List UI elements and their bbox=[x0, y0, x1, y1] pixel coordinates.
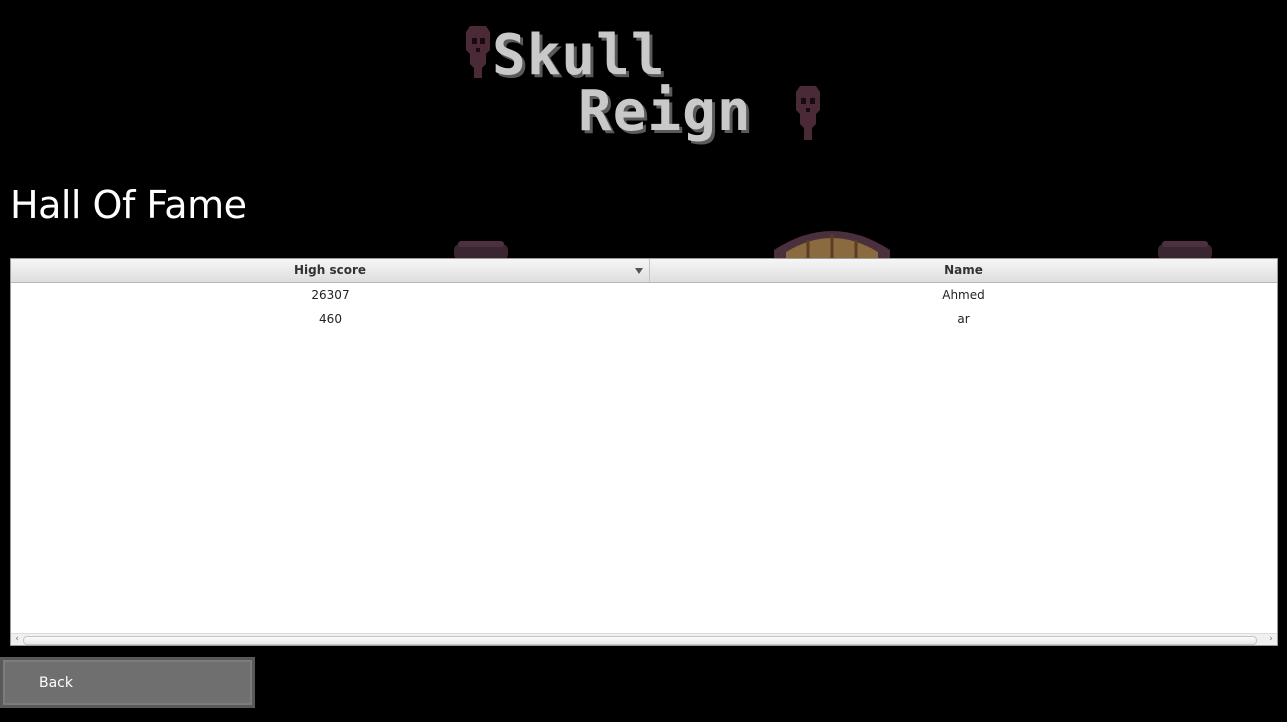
logo-word-reign: Reign bbox=[578, 79, 752, 144]
crate-decoration bbox=[454, 241, 508, 260]
score-cell: 460 bbox=[319, 312, 342, 326]
scrollbar-thumb[interactable] bbox=[23, 636, 1257, 645]
high-score-table[interactable]: High score Name 26307 Ahmed 460 ar ‹ › bbox=[10, 258, 1278, 646]
name-cell: ar bbox=[957, 312, 970, 326]
crate-decoration bbox=[1158, 241, 1212, 260]
column-header-name[interactable]: Name bbox=[650, 259, 1277, 282]
column-header-label: Name bbox=[944, 263, 983, 277]
column-header-high-score[interactable]: High score bbox=[11, 259, 650, 282]
sort-descending-icon bbox=[635, 268, 643, 274]
scroll-left-arrow-icon[interactable]: ‹ bbox=[11, 634, 23, 645]
scroll-right-arrow-icon[interactable]: › bbox=[1265, 634, 1277, 645]
score-cell: 26307 bbox=[311, 288, 350, 302]
game-screen: Skull Reign Hall Of Fame High score Name… bbox=[0, 0, 1287, 722]
name-cell: Ahmed bbox=[942, 288, 985, 302]
logo-word-skull: Skull bbox=[492, 23, 666, 88]
game-logo: Skull Reign bbox=[462, 22, 832, 147]
back-button-label: Back bbox=[39, 675, 73, 691]
skull-icon bbox=[466, 26, 490, 78]
table-row[interactable]: 26307 Ahmed bbox=[11, 283, 1277, 307]
door-decoration bbox=[774, 231, 890, 260]
skull-icon bbox=[796, 86, 820, 140]
page-title: Hall Of Fame bbox=[10, 183, 247, 227]
table-row[interactable]: 460 ar bbox=[11, 307, 1277, 331]
table-header: High score Name bbox=[11, 259, 1277, 283]
horizontal-scrollbar[interactable]: ‹ › bbox=[11, 633, 1277, 645]
column-header-label: High score bbox=[293, 263, 367, 277]
back-button[interactable]: Back bbox=[0, 657, 255, 708]
